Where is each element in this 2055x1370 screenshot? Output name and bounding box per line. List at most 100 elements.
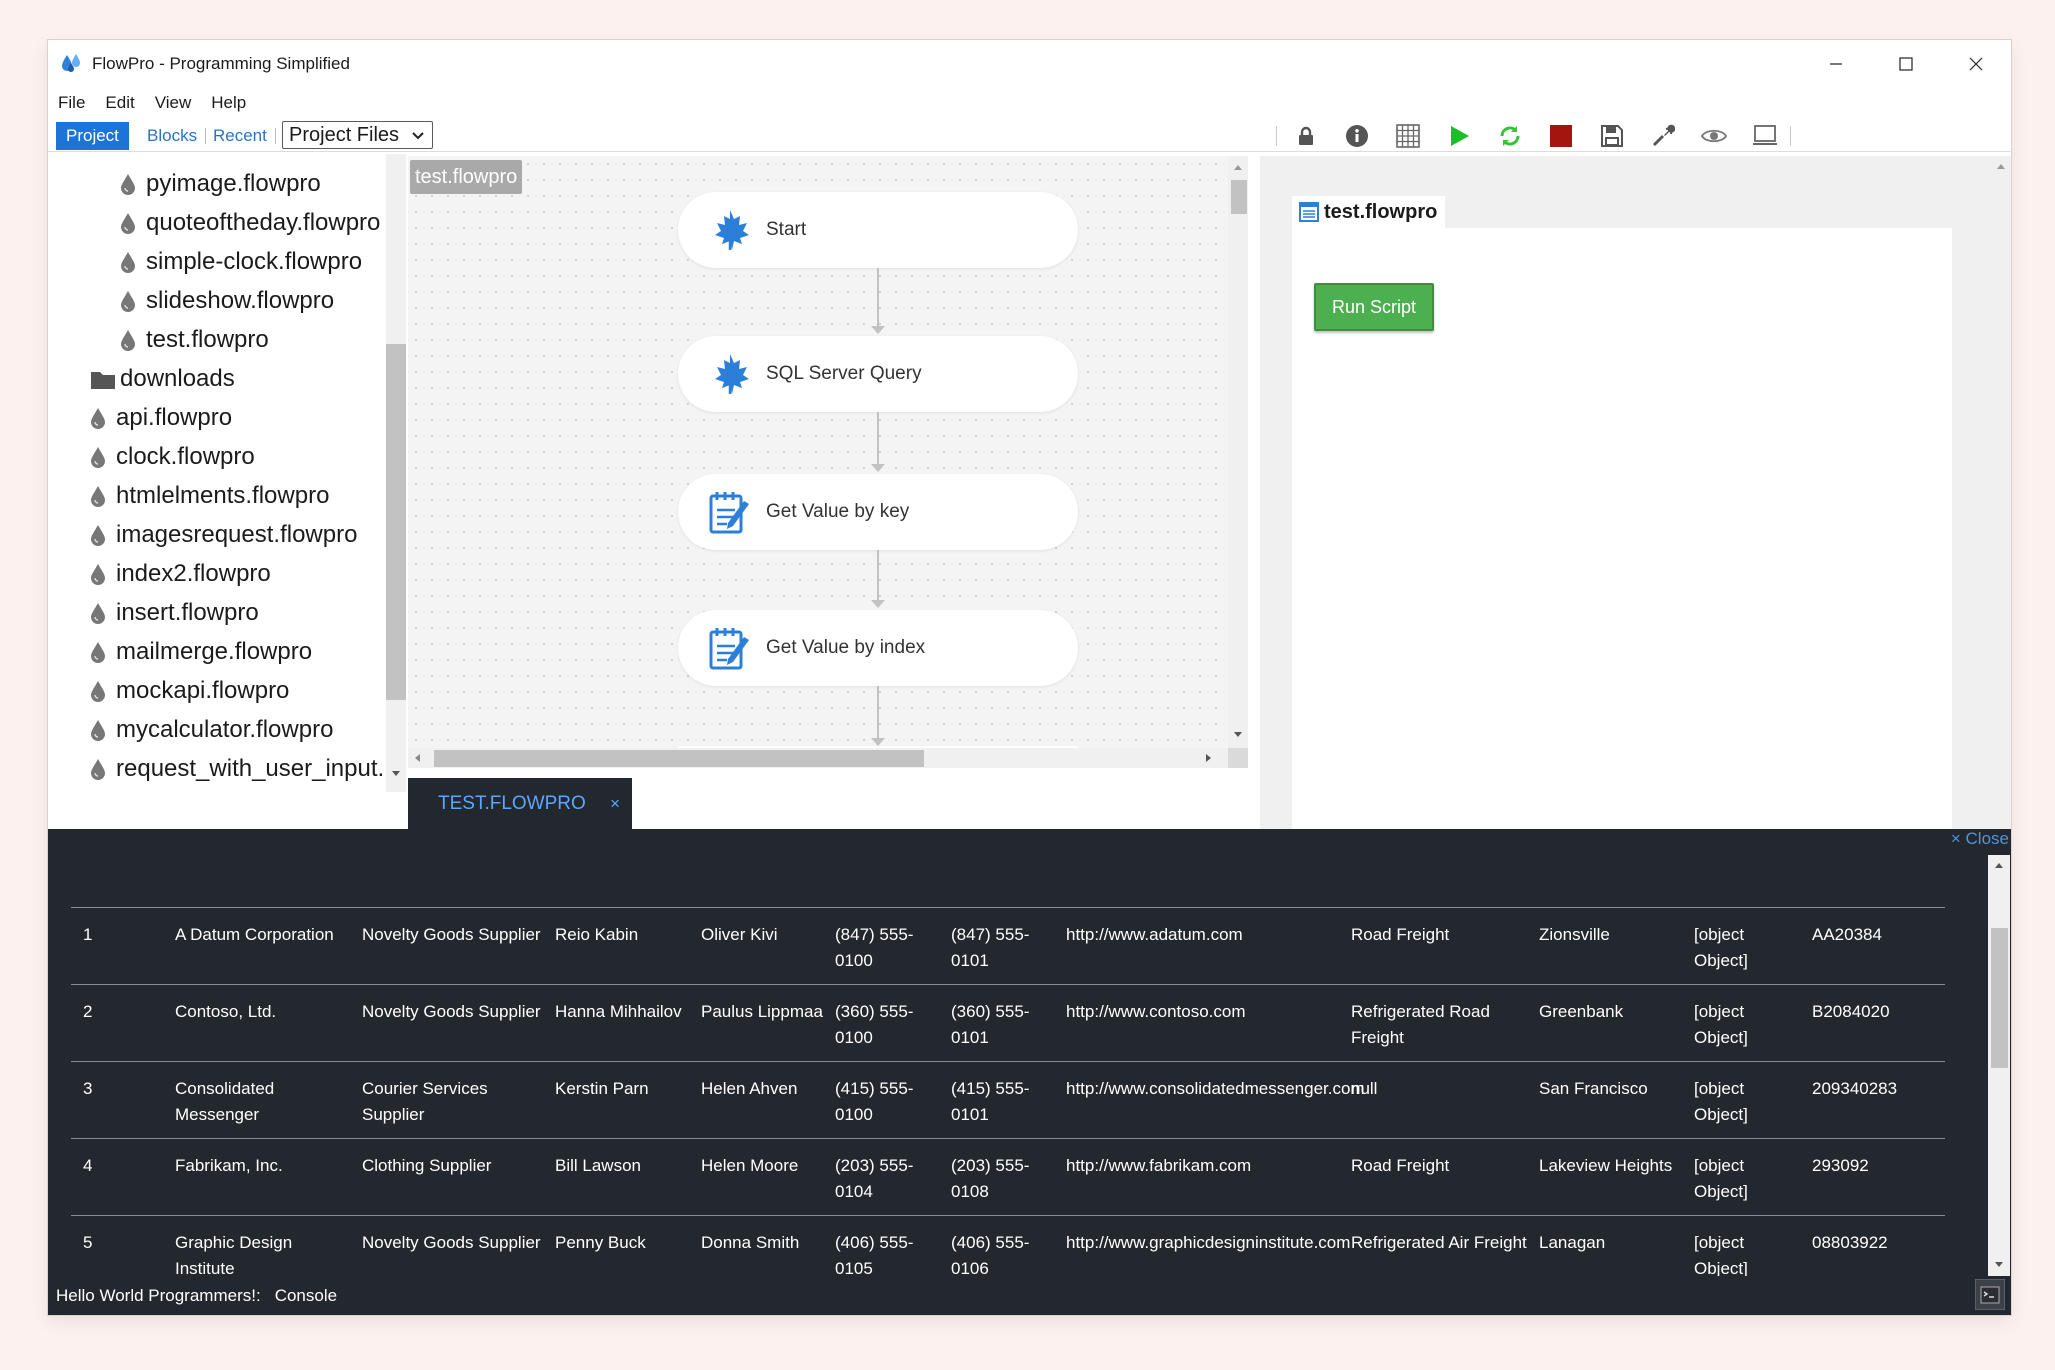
grid-button[interactable] <box>1393 122 1423 150</box>
project-files-select[interactable]: Project Files <box>282 121 433 149</box>
info-button[interactable] <box>1342 122 1372 150</box>
table-cell: 209340283 <box>1812 1079 1898 1098</box>
flow-node[interactable]: Get Value by index <box>678 610 1078 686</box>
table-cell: A Datum Corporation <box>175 925 334 944</box>
flow-connector <box>877 550 879 602</box>
flowpro-file-icon <box>91 719 105 741</box>
document-tab[interactable]: TEST.FLOWPRO × <box>408 778 632 829</box>
tab-project[interactable]: Project <box>56 122 129 150</box>
flowpro-file-icon <box>121 329 135 351</box>
refresh-button[interactable] <box>1495 122 1525 150</box>
scroll-left-icon[interactable] <box>410 748 426 768</box>
table-cell: (406) 555-0105 <box>835 1233 914 1276</box>
table-cell: Clothing Supplier <box>362 1156 492 1175</box>
canvas-scroll-thumb[interactable] <box>1231 180 1247 214</box>
flow-connector-arrow <box>871 464 885 472</box>
maple-leaf-icon <box>715 354 749 394</box>
grid-icon <box>1396 124 1420 148</box>
tree-file[interactable]: pyimage.flowpro <box>120 164 321 203</box>
scroll-up-icon[interactable] <box>1988 857 2010 873</box>
menu-file[interactable]: File <box>58 93 85 113</box>
run-button[interactable] <box>1444 122 1474 150</box>
canvas-vertical-scrollbar[interactable] <box>1228 156 1248 748</box>
table-cell: Oliver Kivi <box>701 925 778 944</box>
status-text: Hello World Programmers!: <box>56 1285 261 1305</box>
tree-item-label: api.flowpro <box>116 403 233 431</box>
table-cell: [object Object] <box>1694 1233 1748 1276</box>
flow-node-label: SQL Server Query <box>766 363 922 384</box>
tree-file[interactable]: slideshow.flowpro <box>120 281 334 320</box>
canvas-hscroll-thumb[interactable] <box>434 750 924 767</box>
tree-file[interactable]: quoteoftheday.flowpro <box>120 203 380 242</box>
scroll-down-icon[interactable] <box>1228 727 1248 743</box>
tree-file[interactable]: insert.flowpro <box>90 593 259 632</box>
tab-blocks[interactable]: Blocks <box>147 122 197 150</box>
scroll-right-icon[interactable] <box>1200 748 1216 768</box>
folder-icon <box>91 371 115 389</box>
flowpro-file-icon <box>91 407 105 429</box>
terminal-button[interactable] <box>1975 1279 2005 1310</box>
table-cell: (203) 555-0108 <box>951 1156 1030 1201</box>
desktop-icon <box>1753 125 1777 145</box>
console-toggle[interactable]: Console <box>275 1286 337 1306</box>
scroll-up-icon[interactable] <box>1228 159 1248 175</box>
preview-vertical-scrollbar[interactable] <box>1991 156 2011 829</box>
menu-view[interactable]: View <box>155 93 192 113</box>
table-cell: (415) 555-0100 <box>835 1079 914 1124</box>
tree-file[interactable]: clock.flowpro <box>90 437 255 476</box>
notepad-icon <box>709 492 749 534</box>
document-icon <box>1299 202 1319 222</box>
flow-node[interactable]: Get Value by key <box>678 474 1078 550</box>
tree-file[interactable]: imagesrequest.flowpro <box>90 515 357 554</box>
tree-file[interactable]: test.flowpro <box>120 320 269 359</box>
scroll-up-icon[interactable] <box>1991 158 2011 174</box>
flowpro-file-icon <box>91 446 105 468</box>
table-cell: (360) 555-0100 <box>835 1002 914 1047</box>
desktop-button[interactable] <box>1750 122 1780 150</box>
tree-file[interactable]: mailmerge.flowpro <box>90 632 312 671</box>
run-script-button[interactable]: Run Script <box>1314 283 1434 331</box>
menu-help[interactable]: Help <box>211 93 246 113</box>
maximize-button[interactable] <box>1871 40 1941 88</box>
table-row: 3 Consolidated Messenger Courier Services … <box>71 1061 1945 1138</box>
flow-node-label: Get Value by key <box>766 501 910 522</box>
document-tab-close-button[interactable]: × <box>610 794 620 814</box>
flow-connector-arrow <box>871 738 885 746</box>
tree-file[interactable]: mycalculator.flowpro <box>90 710 333 749</box>
tree-file[interactable]: mockapi.flowpro <box>90 671 289 710</box>
menu-edit[interactable]: Edit <box>105 93 134 113</box>
minimize-button[interactable] <box>1801 40 1871 88</box>
scroll-down-icon[interactable] <box>1988 1257 2010 1273</box>
table-cell: http://www.graphicdesigninstitute.com <box>1066 1233 1351 1252</box>
flow-node[interactable]: Start <box>678 192 1078 268</box>
console-scroll-thumb[interactable] <box>1991 928 2008 1068</box>
table-cell: 1 <box>83 925 93 944</box>
scroll-down-icon[interactable] <box>386 766 406 782</box>
table-cell: [object Object] <box>1694 1156 1748 1201</box>
tree-file[interactable]: request_with_user_input. <box>90 749 384 788</box>
table-cell: [object Object] <box>1694 1079 1748 1124</box>
flow-node[interactable]: SQL Server Query <box>678 336 1078 412</box>
preview-tab-label: test.flowpro <box>1324 200 1438 223</box>
close-button[interactable] <box>1941 40 2011 88</box>
tree-folder[interactable]: downloads <box>90 359 235 398</box>
stop-button[interactable] <box>1546 122 1576 150</box>
table-row: 4 Fabrikam, Inc. Clothing Supplier Bill Law… <box>71 1138 1945 1215</box>
save-button[interactable] <box>1597 122 1627 150</box>
scroll-corner <box>1228 748 1248 768</box>
preview-tab[interactable]: test.flowpro <box>1292 196 1446 228</box>
table-cell: Hanna Mihhailov <box>555 1002 682 1021</box>
tree-file[interactable]: index2.flowpro <box>90 554 271 593</box>
lock-button[interactable] <box>1291 122 1321 150</box>
flowpro-file-icon <box>121 290 135 312</box>
tree-file[interactable]: htmlelments.flowpro <box>90 476 329 515</box>
tree-file[interactable]: simple-clock.flowpro <box>120 242 362 281</box>
tab-recent[interactable]: Recent <box>213 122 267 150</box>
file-tree-scroll-thumb[interactable] <box>386 344 406 700</box>
save-icon <box>1601 125 1623 147</box>
canvas-file-tag: test.flowpro <box>410 160 523 194</box>
table-cell: 4 <box>83 1156 93 1175</box>
settings-button[interactable] <box>1648 122 1678 150</box>
preview-button[interactable] <box>1699 122 1729 150</box>
tree-file[interactable]: api.flowpro <box>90 398 232 437</box>
